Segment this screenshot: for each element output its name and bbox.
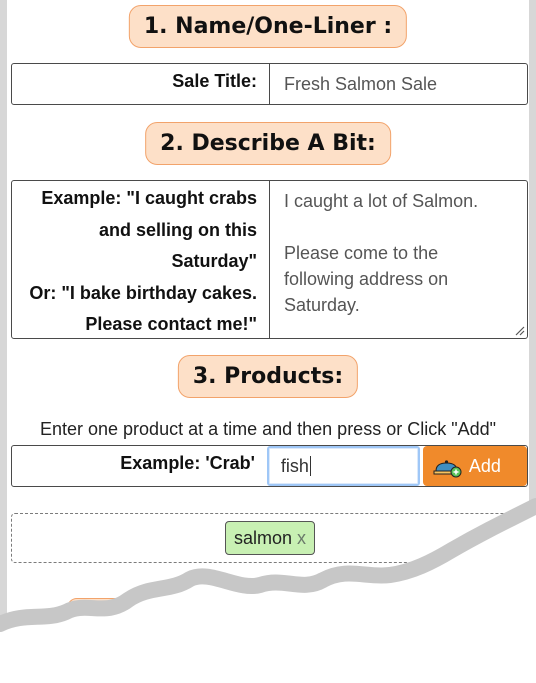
products-hint: Enter one product at a time and then pre… bbox=[39, 419, 497, 439]
remove-product-button[interactable]: x bbox=[297, 528, 306, 549]
product-chip: salmon x bbox=[225, 521, 316, 555]
section-heading-next-partial: 4 bbox=[67, 598, 143, 634]
add-product-label: Add bbox=[468, 455, 501, 476]
product-input[interactable]: fish bbox=[266, 446, 420, 486]
food-cover-plus-icon bbox=[433, 460, 462, 478]
sale-title-input[interactable]: Fresh Salmon Sale bbox=[269, 64, 527, 104]
form-content: 1. Name/One-Liner : Sale Title: Fresh Sa… bbox=[0, 0, 536, 683]
sale-title-label: Sale Title: bbox=[172, 71, 257, 91]
section-heading-products: 3. Products: bbox=[177, 355, 359, 398]
sale-title-row: Sale Title: Fresh Salmon Sale bbox=[11, 63, 528, 105]
text-caret bbox=[309, 456, 311, 476]
product-list: salmon x bbox=[11, 513, 528, 563]
description-row: Example: "I caught crabs and selling on … bbox=[11, 180, 528, 339]
description-value: I caught a lot of Salmon. Please come to… bbox=[284, 191, 479, 315]
textarea-resize-icon[interactable] bbox=[514, 325, 525, 336]
section-heading-describe: 2. Describe A Bit: bbox=[145, 122, 391, 165]
page: 1. Name/One-Liner : Sale Title: Fresh Sa… bbox=[0, 0, 536, 683]
product-entry-row: Example: 'Crab' fish Add bbox=[11, 445, 528, 487]
section-heading-name: 1. Name/One-Liner : bbox=[128, 5, 408, 48]
product-input-value: fish bbox=[280, 455, 309, 476]
description-textarea[interactable]: I caught a lot of Salmon. Please come to… bbox=[269, 181, 527, 338]
description-example: Example: "I caught crabs and selling on … bbox=[29, 188, 257, 334]
product-example: Example: 'Crab' bbox=[120, 453, 255, 473]
add-product-button[interactable]: Add bbox=[422, 446, 527, 486]
product-chip-label: salmon bbox=[234, 527, 293, 548]
